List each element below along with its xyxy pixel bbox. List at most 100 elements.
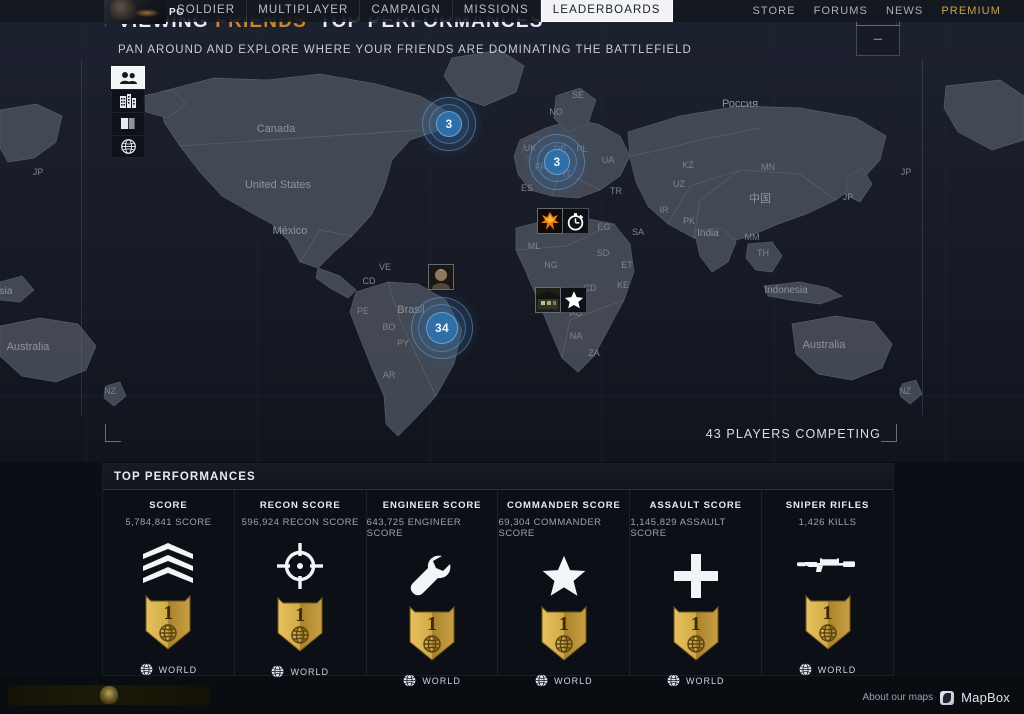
performance-column[interactable]: ENGINEER SCORE 643,725 ENGINEER SCORE 1 WOR…: [366, 490, 499, 687]
map-label: Australia: [803, 339, 847, 351]
player-marker-phoenix[interactable]: [537, 208, 589, 234]
map-label: sia: [0, 286, 13, 297]
nav-item-missions[interactable]: MISSIONS: [453, 0, 541, 21]
scope-label: WORLD: [290, 666, 329, 677]
performance-column[interactable]: ASSAULT SCORE 1,145,829 ASSAULT SCORE 1 WOR…: [630, 490, 763, 687]
nav-item-campaign[interactable]: CAMPAIGN: [360, 0, 453, 21]
nav-right-news[interactable]: NEWS: [877, 0, 932, 22]
nav-item-multiplayer[interactable]: MULTIPLAYER: [247, 0, 361, 21]
zoom-out-button[interactable]: −: [856, 26, 900, 56]
map-label: Canada: [257, 123, 296, 135]
column-title: COMMANDER SCORE: [507, 500, 621, 511]
promo-banner[interactable]: [8, 685, 210, 705]
column-title: ASSAULT SCORE: [649, 500, 742, 511]
map-label: CD: [363, 276, 376, 286]
cluster-brazil[interactable]: 34: [404, 290, 480, 366]
map-label: India: [697, 228, 719, 239]
map-label: NO: [549, 107, 563, 117]
nav-item-soldier[interactable]: SOLDIER: [166, 0, 248, 21]
performance-column[interactable]: COMMANDER SCORE 69,304 COMMANDER SCORE 1 WO…: [498, 490, 631, 687]
cluster-count[interactable]: 34: [426, 312, 458, 344]
rail-item-platoon[interactable]: [111, 89, 145, 112]
wrench-icon: [409, 554, 455, 598]
column-value: 69,304 COMMANDER SCORE: [498, 517, 602, 539]
nav-right-store[interactable]: STORE: [743, 0, 804, 22]
map-bracket-bottom-right: [881, 424, 897, 442]
battlefield-logo[interactable]: [104, 0, 166, 24]
scope-row: WORLD: [271, 665, 329, 678]
scope-label: WORLD: [422, 675, 461, 686]
map-label: México: [273, 225, 308, 237]
rail-item-world[interactable]: [111, 135, 145, 158]
scope-label: WORLD: [554, 675, 593, 686]
globe-icon: [140, 663, 153, 676]
map-filter-rail[interactable]: [111, 66, 145, 158]
map-label: SE: [572, 90, 584, 100]
globe-icon: [535, 674, 548, 687]
nav-item-leaderboards[interactable]: LEADERBOARDS: [540, 0, 673, 22]
map-canvas: CanadaUnited StatesMéxicoVECDPEBOPYARBra…: [0, 0, 1024, 462]
map-label: EG: [597, 222, 610, 232]
map-label: NG: [544, 260, 558, 270]
map-label: 中国: [749, 192, 771, 205]
column-value: 643,725 ENGINEER SCORE: [366, 517, 462, 539]
map-label: PK: [683, 216, 695, 226]
nav-right-premium[interactable]: PREMIUM: [932, 0, 1010, 22]
rail-item-friends[interactable]: [111, 66, 145, 89]
main-nav-items[interactable]: SOLDIER MULTIPLAYER CAMPAIGN MISSIONS LEADER…: [166, 0, 673, 22]
globe-icon: [799, 663, 812, 676]
performance-column[interactable]: SCORE 5,784,841 SCORE 1 WORLD: [103, 490, 235, 676]
rank-shield: 1: [274, 595, 326, 653]
cluster-count[interactable]: 3: [544, 149, 570, 175]
column-title: SNIPER RIFLES: [785, 500, 870, 511]
map-label: KZ: [682, 160, 694, 170]
map-label: BO: [382, 322, 395, 332]
rank-shield: 1: [142, 593, 194, 651]
scope-row: WORLD: [799, 663, 857, 676]
scope-row: WORLD: [535, 674, 593, 687]
map-label: SD: [597, 248, 610, 258]
scope-label: WORLD: [685, 675, 725, 686]
cluster-north-atlantic[interactable]: 3: [415, 90, 483, 158]
cross-icon: [673, 554, 718, 598]
promo-skull-art: [100, 686, 118, 704]
rank-number: 1: [163, 602, 174, 624]
rank-number: 1: [558, 613, 569, 635]
mapbox-attribution[interactable]: About our maps MapBox: [863, 690, 1011, 705]
map-label: PE: [357, 306, 369, 316]
sniper-rifle-icon: [796, 543, 859, 587]
cluster-count[interactable]: 3: [436, 111, 462, 137]
performance-column[interactable]: SNIPER RIFLES 1,426 KILLS 1 WORLD: [762, 490, 893, 676]
portrait-avatar[interactable]: [428, 264, 454, 290]
logo-soldier-art: [110, 0, 136, 20]
rank-shield: 1: [406, 604, 458, 662]
secondary-nav-items[interactable]: STORE FORUMS NEWS PREMIUM: [743, 0, 1010, 22]
cluster-europe[interactable]: 3: [522, 127, 592, 197]
crosshair-icon: [277, 543, 324, 589]
column-value: 1,145,829 ASSAULT SCORE: [630, 517, 726, 539]
scope-row: WORLD: [140, 663, 198, 676]
map-label: AR: [383, 370, 396, 380]
rank-shield: 1: [670, 604, 722, 662]
column-value: 596,924 RECON SCORE: [241, 517, 359, 528]
star-icon[interactable]: [561, 287, 587, 313]
player-marker-squad[interactable]: [535, 287, 587, 313]
map-label: UA: [602, 155, 615, 165]
about-maps-link[interactable]: About our maps: [863, 692, 934, 703]
rail-item-country[interactable]: [111, 112, 145, 135]
squad-avatar[interactable]: [535, 287, 561, 313]
performance-column[interactable]: RECON SCORE 596,924 RECON SCORE 1 WORLD: [235, 490, 367, 678]
map-label: ET: [621, 260, 633, 270]
map-label: Россия: [722, 98, 758, 110]
leaderboards-page: CanadaUnited StatesMéxicoVECDPEBOPYARBra…: [0, 0, 1024, 714]
map-label: JP: [901, 167, 912, 177]
rank-number: 1: [690, 613, 701, 635]
phoenix-avatar[interactable]: [537, 208, 563, 234]
player-marker-portrait[interactable]: [428, 264, 454, 290]
map-label: NA: [570, 331, 583, 341]
flag-icon: [121, 118, 135, 129]
stopwatch-icon[interactable]: [563, 208, 589, 234]
nav-right-forums[interactable]: FORUMS: [805, 0, 877, 22]
map-bracket-bottom-left: [105, 424, 121, 442]
world-map[interactable]: CanadaUnited StatesMéxicoVECDPEBOPYARBra…: [0, 0, 1024, 462]
